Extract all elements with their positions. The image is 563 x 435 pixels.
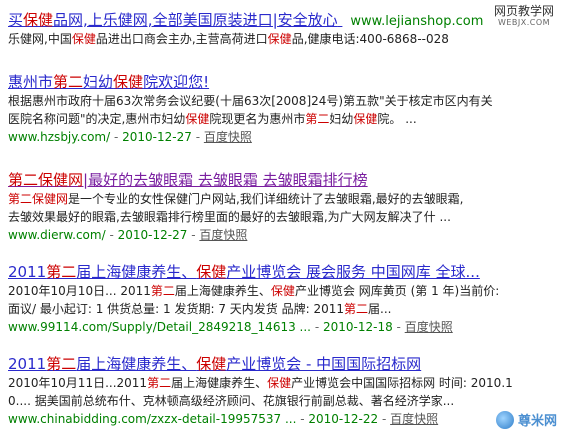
result-date: 2010-12-27 — [122, 130, 192, 144]
result-snippet-line: 去皱效果最好的眼霜,去皱眼霜排行榜里面的最好的去皱眼霜,为广大网友解决了什 ..… — [8, 210, 451, 224]
result-url: www.hzsbjy.com/ — [8, 130, 111, 144]
result-date: 2010-12-18 — [322, 320, 393, 334]
search-result-5: 2011第二届上海健康养生、保健产业博览会 - 中国国际招标网 2010年10月… — [8, 354, 556, 428]
result-snippet-line: 乐健网,中国保健品进出口商会主办,主营高荷进口保健品,健康电话:400-6868… — [8, 32, 449, 46]
result-snippet-line: 第二保健网是一个专业的女性保健门户网站,我们详细统计了去皱眼霜,最好的去皱眼霜, — [8, 192, 464, 206]
cache-link[interactable]: 百度快照 — [199, 228, 247, 242]
result-snippet-line: 0.... 据美国前总统布什、克林顿高级经济顾问、花旗银行前副总裁、著名经济学家… — [8, 394, 455, 408]
cache-link[interactable]: 百度快照 — [204, 130, 252, 144]
title-text: 买 — [8, 11, 24, 29]
result-url: www.99114.com/Supply/Detail_2849218_1461… — [8, 320, 311, 334]
result-snippet-line: 医院名称问题"的决定,惠州市妇幼保健院现更名为惠州市第二妇幼保健院。 ... — [8, 112, 417, 126]
title-text: 品网,上乐健网,全部美国原装进口|安全放心 — [53, 11, 338, 29]
result-snippet-line: 面议/ 最小起订: 1 供货总量: 1 发货期: 7 天内发货 品牌: 2011… — [8, 302, 392, 316]
result-url: www.chinabidding.com/zxzx-detail-1995753… — [8, 412, 297, 426]
result-snippet-line: 根据惠州市政府十届63次常务会议纪要(十届63次[2008]24号)第五款"关于… — [8, 94, 493, 108]
result-snippet-line: 2010年10月10日... 2011第二届上海健康养生、保健产业博览会 网库黄… — [8, 284, 500, 298]
cache-link[interactable]: 百度快照 — [405, 320, 453, 334]
watermark-text: 尊米网 — [517, 414, 557, 429]
result-meta: www.dierw.com/ - 2010-12-27 - 百度快照 — [8, 228, 248, 242]
title-highlight: 保健 — [23, 11, 54, 29]
watermark-zunmi: 尊米网 — [495, 410, 557, 429]
result-meta: www.chinabidding.com/zxzx-detail-1995753… — [8, 412, 439, 426]
result-title-link[interactable]: 2011第二届上海健康养生、保健产业博览会 展会服务 中国网库 全球... — [8, 262, 556, 282]
result-meta: www.hzsbjy.com/ - 2010-12-27 - 百度快照 — [8, 130, 252, 144]
result-title-link[interactable]: 2011第二届上海健康养生、保健产业博览会 - 中国国际招标网 — [8, 354, 556, 374]
result-date: 2010-12-27 — [117, 228, 188, 242]
globe-logo-icon — [495, 410, 514, 429]
search-result-3: 第二保健网|最好的去皱眼霜 去皱眼霜 去皱眼霜排行榜 第二保健网是一个专业的女性… — [8, 170, 556, 244]
result-url: www.dierw.com/ — [8, 228, 106, 242]
result-title-link[interactable]: 惠州市第二妇幼保健院欢迎您! — [8, 72, 556, 92]
cache-link[interactable]: 百度快照 — [390, 412, 438, 426]
result-meta: www.99114.com/Supply/Detail_2849218_1461… — [8, 320, 453, 334]
result-date: 2010-12-22 — [308, 412, 379, 426]
search-result-1: 买保健品网,上乐健网,全部美国原装进口|安全放心 www.lejianshop.… — [8, 10, 556, 48]
result-inline-url: www.lejianshop.com — [350, 14, 484, 29]
search-result-2: 惠州市第二妇幼保健院欢迎您! 根据惠州市政府十届63次常务会议纪要(十届63次[… — [8, 72, 556, 146]
result-title-link[interactable]: 第二保健网|最好的去皱眼霜 去皱眼霜 去皱眼霜排行榜 — [8, 170, 556, 190]
search-result-4: 2011第二届上海健康养生、保健产业博览会 展会服务 中国网库 全球... 20… — [8, 262, 556, 336]
result-title-link[interactable]: 买保健品网,上乐健网,全部美国原装进口|安全放心 — [8, 11, 342, 29]
result-snippet-line: 2010年10月11日...2011第二届上海健康养生、保健产业博览会中国国际招… — [8, 376, 513, 390]
